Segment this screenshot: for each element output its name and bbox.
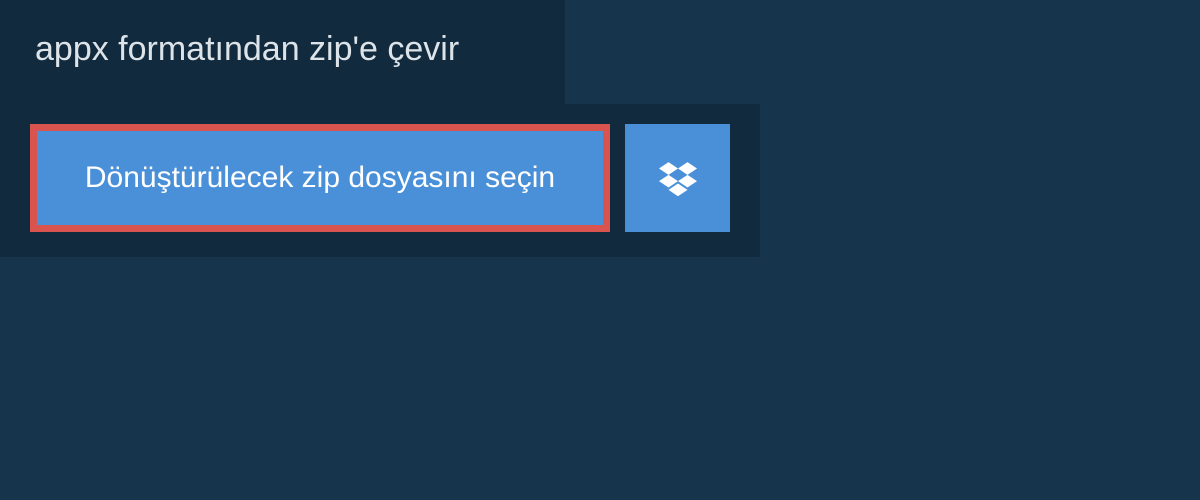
select-file-label: Dönüştürülecek zip dosyasını seçin bbox=[85, 161, 555, 195]
page-title: appx formatından zip'e çevir bbox=[35, 30, 530, 69]
dropbox-icon bbox=[659, 159, 697, 197]
title-bar: appx formatından zip'e çevir bbox=[0, 0, 565, 104]
select-file-button[interactable]: Dönüştürülecek zip dosyasını seçin bbox=[30, 124, 610, 232]
button-row: Dönüştürülecek zip dosyasını seçin bbox=[30, 124, 730, 232]
upload-panel: Dönüştürülecek zip dosyasını seçin bbox=[0, 104, 760, 257]
dropbox-button[interactable] bbox=[625, 124, 730, 232]
main-container: appx formatından zip'e çevir Dönüştürüle… bbox=[0, 0, 1200, 257]
